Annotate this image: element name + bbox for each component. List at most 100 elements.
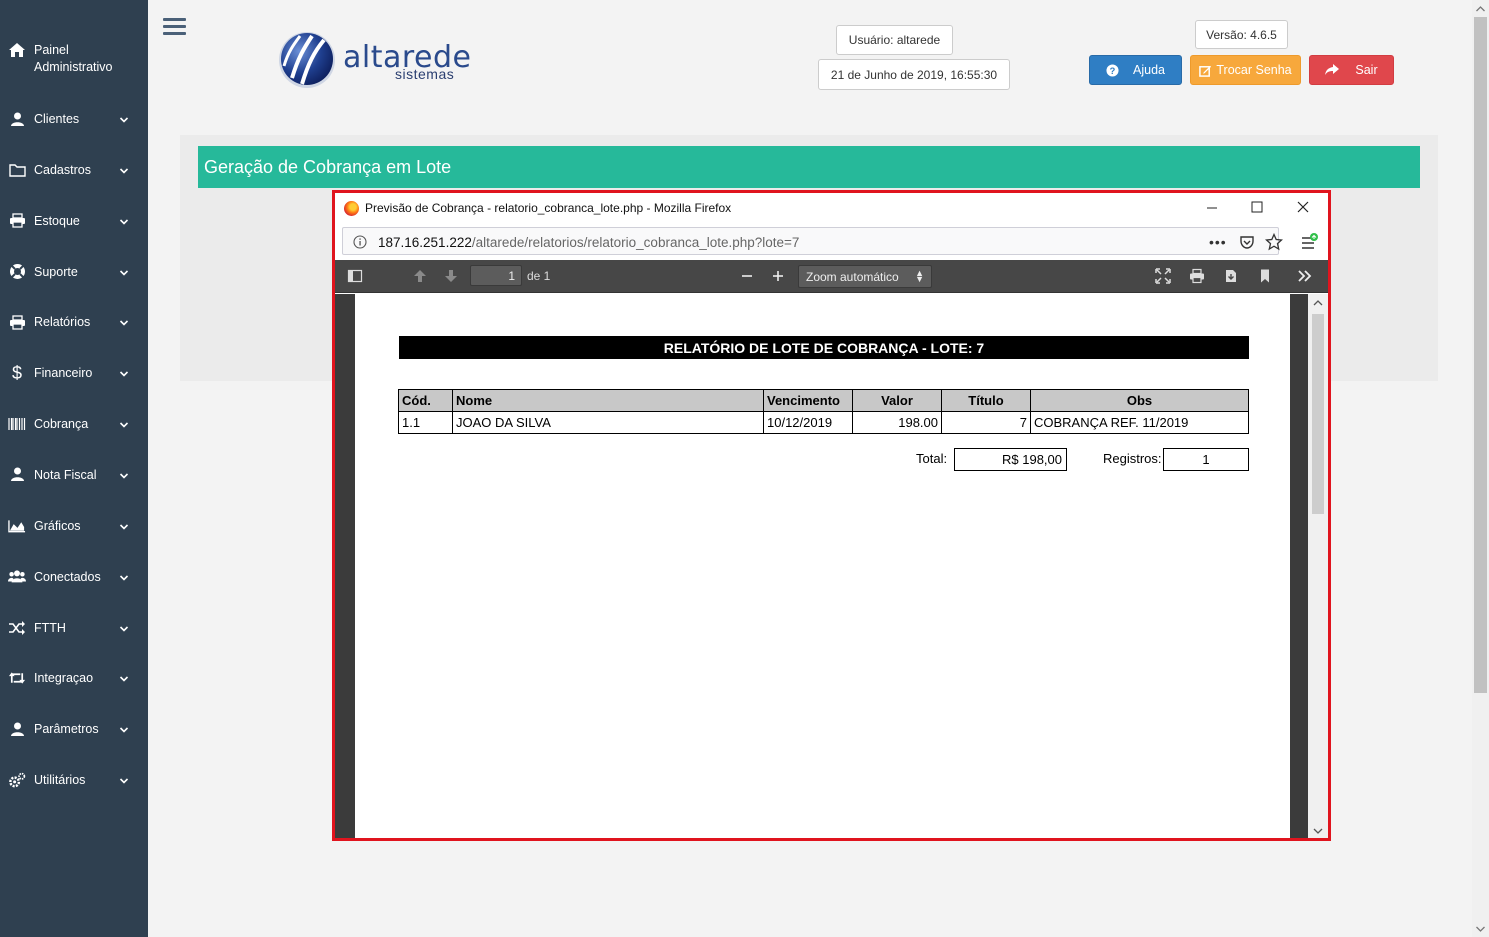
- change-password-label: Trocar Senha: [1216, 63, 1292, 77]
- sidebar-item-relatorios[interactable]: Relatórios: [0, 304, 148, 340]
- pdf-scrollbar-thumb[interactable]: [1312, 314, 1324, 514]
- pdf-scroll-up-icon[interactable]: [1313, 299, 1323, 307]
- sidebar-item-conectados[interactable]: Conectados: [0, 559, 148, 595]
- home-icon: [9, 43, 25, 57]
- info-icon[interactable]: [353, 235, 367, 249]
- report-title: RELATÓRIO DE LOTE DE COBRANÇA - LOTE: 7: [399, 336, 1249, 359]
- chevron-down-icon: [119, 317, 129, 327]
- sidebar-item-financeiro[interactable]: $ Financeiro: [0, 355, 148, 391]
- chevron-down-icon: [119, 165, 129, 175]
- cell-name: JOAO DA SILVA: [452, 411, 764, 434]
- chevron-down-icon: [119, 673, 129, 683]
- user-icon: [8, 720, 26, 738]
- page-scrollbar[interactable]: [1472, 0, 1489, 937]
- chevron-down-icon: [119, 419, 129, 429]
- sidebar-item-label: Relatórios: [34, 315, 91, 330]
- logout-button[interactable]: Sair: [1309, 55, 1394, 85]
- retweet-icon: [8, 669, 26, 687]
- url-field[interactable]: 187.16.251.222/altarede/relatorios/relat…: [342, 227, 1283, 255]
- table-header-row: Cód. Nome Vencimento Valor Título Obs: [398, 389, 1249, 412]
- maximize-icon[interactable]: [1247, 198, 1267, 216]
- sidebar-item-ftth[interactable]: FTTH: [0, 610, 148, 646]
- random-icon: [8, 619, 26, 637]
- zoom-out-icon[interactable]: [739, 268, 755, 284]
- col-header: Título: [941, 389, 1031, 412]
- pdf-scroll-down-icon[interactable]: [1313, 827, 1323, 835]
- pdf-scrollbar[interactable]: [1308, 294, 1328, 838]
- previous-page-icon[interactable]: [412, 268, 428, 284]
- logo-subtitle: sistemas: [395, 66, 455, 82]
- url-host: 187.16.251.222: [378, 235, 472, 250]
- user-icon: [8, 466, 26, 484]
- menu-toggle-icon[interactable]: [163, 18, 186, 38]
- sidebar-item-label: FTTH: [34, 620, 66, 635]
- sidebar-item-label: Gráficos: [34, 518, 81, 533]
- col-header: Obs: [1030, 389, 1249, 412]
- sidebar-item-cobranca[interactable]: Cobrança: [0, 406, 148, 442]
- sidebar-item-integracao[interactable]: Integraçao: [0, 660, 148, 696]
- hamburger-menu-icon[interactable]: [1300, 233, 1318, 251]
- col-header: Valor: [852, 389, 942, 412]
- svg-text:$: $: [12, 364, 22, 382]
- users-icon: [8, 568, 26, 586]
- sidebar-item-cadastros[interactable]: Cadastros: [0, 152, 148, 188]
- help-button[interactable]: ? Ajuda: [1089, 55, 1182, 85]
- col-header: Nome: [452, 389, 764, 412]
- folder-icon: [8, 161, 26, 179]
- presentation-mode-icon[interactable]: [1155, 268, 1171, 284]
- cogs-icon: [8, 771, 26, 789]
- window-title: Previsão de Cobrança - relatorio_cobranc…: [365, 201, 732, 215]
- sidebar: Painel Administrativo Clientes Cadastros E…: [0, 0, 148, 937]
- download-icon[interactable]: [1223, 268, 1239, 284]
- sidebar-toggle-icon[interactable]: [347, 268, 363, 284]
- print-icon[interactable]: [1189, 268, 1205, 284]
- scroll-down-icon[interactable]: [1476, 925, 1485, 933]
- zoom-in-icon[interactable]: [770, 268, 786, 284]
- zoom-select[interactable]: Zoom automático ▲ ▼: [798, 265, 932, 288]
- page-actions-icon[interactable]: •••: [1209, 234, 1227, 250]
- user-icon: [8, 110, 26, 128]
- sidebar-item-label: Conectados: [34, 569, 101, 584]
- sidebar-item-clientes[interactable]: Clientes: [0, 101, 148, 137]
- minimize-icon[interactable]: [1202, 198, 1222, 216]
- pocket-icon[interactable]: [1239, 234, 1255, 250]
- url-path: /altarede/relatorios/relatorio_cobranca_…: [471, 235, 800, 250]
- sidebar-header-label: Painel Administrativo: [34, 43, 113, 74]
- area-chart-icon: [8, 517, 26, 535]
- sidebar-item-label: Nota Fiscal: [34, 467, 97, 482]
- select-arrows-icon: ▲ ▼: [915, 268, 924, 284]
- sidebar-header[interactable]: Painel Administrativo: [8, 42, 142, 76]
- datetime-badge: 21 de Junho de 2019, 16:55:30: [818, 59, 1010, 90]
- help-button-label: Ajuda: [1133, 63, 1165, 77]
- next-page-icon[interactable]: [443, 268, 459, 284]
- edit-icon: [1199, 65, 1212, 77]
- close-icon[interactable]: [1293, 198, 1313, 216]
- page-number-input[interactable]: 1: [470, 265, 522, 286]
- sidebar-item-nota-fiscal[interactable]: Nota Fiscal: [0, 457, 148, 493]
- change-password-button[interactable]: Trocar Senha: [1190, 55, 1301, 85]
- pdf-viewer-area: RELATÓRIO DE LOTE DE COBRANÇA - LOTE: 7 …: [335, 294, 1328, 838]
- scroll-up-icon[interactable]: [1476, 5, 1485, 13]
- chevron-down-icon: [119, 775, 129, 785]
- sidebar-item-parametros[interactable]: Parâmetros: [0, 711, 148, 747]
- address-bar: 187.16.251.222/altarede/relatorios/relat…: [342, 227, 1320, 255]
- page-scrollbar-thumb[interactable]: [1474, 17, 1487, 693]
- tools-chevron-icon[interactable]: [1297, 268, 1313, 284]
- cell-code: 1.1: [398, 411, 453, 434]
- barcode-icon: [8, 415, 26, 433]
- sidebar-item-estoque[interactable]: Estoque: [0, 203, 148, 239]
- col-header: Cód.: [398, 389, 453, 412]
- svg-text:?: ?: [1110, 66, 1116, 76]
- window-titlebar[interactable]: Previsão de Cobrança - relatorio_cobranc…: [335, 193, 1328, 223]
- sidebar-item-graficos[interactable]: Gráficos: [0, 508, 148, 544]
- chevron-down-icon: [119, 521, 129, 531]
- lifebuoy-icon: [8, 263, 26, 281]
- bookmark-star-icon[interactable]: [1265, 233, 1283, 251]
- dollar-icon: $: [8, 364, 26, 382]
- sidebar-item-suporte[interactable]: Suporte: [0, 254, 148, 290]
- cell-obs: COBRANÇA REF. 11/2019: [1030, 411, 1249, 434]
- bookmark-icon[interactable]: [1257, 268, 1273, 284]
- version-badge: Versão: 4.6.5: [1195, 20, 1288, 49]
- print-icon: [8, 313, 26, 331]
- sidebar-item-utilitarios[interactable]: Utilitários: [0, 762, 148, 798]
